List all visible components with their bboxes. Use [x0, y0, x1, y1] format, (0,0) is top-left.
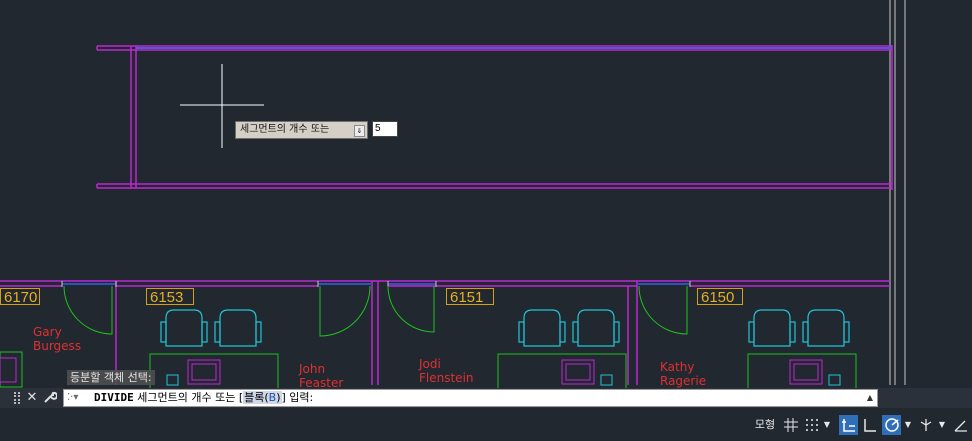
command-line-input[interactable]: ⁚·▾ DIVIDE 세그먼트의 개수 또는 [블록(B)] 입력: ▲: [63, 389, 878, 407]
command-name: DIVIDE: [94, 391, 134, 404]
polar-tracking-icon[interactable]: [882, 415, 901, 435]
history-up-icon[interactable]: ▲: [867, 390, 873, 406]
command-prompt-after: ] 입력:: [281, 391, 314, 404]
segment-count-input[interactable]: 5: [372, 121, 398, 137]
down-arrow-icon[interactable]: ⇓: [354, 125, 365, 137]
command-prompt-before: 세그먼트의 개수 또는 [: [133, 391, 244, 404]
person-name-label: Kathy Ragerie: [660, 360, 706, 388]
person-first-name: Gary: [33, 325, 62, 339]
polar-dropdown-icon[interactable]: ▼: [903, 415, 913, 435]
selected-corridor-outline[interactable]: [96, 45, 892, 189]
status-bar: 모형 ▼ ▼ ▼: [0, 408, 972, 441]
room-number-6170: 6170: [0, 288, 40, 306]
room-number-6150: 6150: [697, 288, 743, 306]
customize-wrench-icon[interactable]: [42, 390, 58, 406]
room-number-6153: 6153: [146, 288, 194, 306]
ortho-icon[interactable]: [861, 415, 879, 435]
snap-dropdown-icon[interactable]: ▼: [822, 415, 832, 435]
block-option-end: ): [276, 391, 281, 404]
drawing-canvas[interactable]: [0, 0, 972, 408]
person-name-label: John Feaster: [299, 362, 343, 390]
object-snap-tracking-icon[interactable]: [952, 415, 970, 435]
close-icon[interactable]: ✕: [24, 390, 40, 406]
person-first-name: Jodi: [419, 357, 441, 371]
dynamic-input-prompt-text: 세그먼트의 개수 또는: [240, 124, 330, 135]
person-last-name: Ragerie: [660, 374, 707, 388]
room-number-6151: 6151: [446, 288, 494, 306]
person-name-label: Jodi Flenstein: [419, 357, 474, 385]
isodraft-icon[interactable]: [917, 415, 935, 435]
model-space-button[interactable]: 모형: [752, 415, 778, 435]
isodraft-dropdown-icon[interactable]: ▼: [937, 415, 947, 435]
command-bar: ✕ ⁚·▾ DIVIDE 세그먼트의 개수 또는 [블록(B)] 입력: ▲: [0, 388, 972, 408]
person-first-name: Kathy: [660, 360, 695, 374]
person-name-label: Gary Burgess: [33, 325, 81, 353]
command-line-text: DIVIDE 세그먼트의 개수 또는 [블록(B)] 입력:: [94, 390, 313, 406]
phones: [166, 374, 841, 386]
person-last-name: Flenstein: [419, 371, 474, 385]
dynamic-input-prompt: 세그먼트의 개수 또는 ⇓: [235, 121, 368, 139]
infer-constraints-icon[interactable]: [839, 415, 858, 435]
block-option-label: 블록(: [244, 391, 269, 404]
command-history: 등분할 객체 선택:: [67, 370, 155, 385]
block-option[interactable]: 블록(B): [243, 391, 282, 404]
person-last-name: Burgess: [33, 339, 82, 353]
drag-handle-icon[interactable]: [14, 392, 20, 404]
chairs: [160, 309, 850, 347]
command-prefix-icon[interactable]: ⁚·▾: [67, 390, 78, 406]
snap-icon[interactable]: [804, 415, 820, 435]
grid-icon[interactable]: [782, 415, 800, 435]
person-first-name: John: [299, 362, 326, 376]
